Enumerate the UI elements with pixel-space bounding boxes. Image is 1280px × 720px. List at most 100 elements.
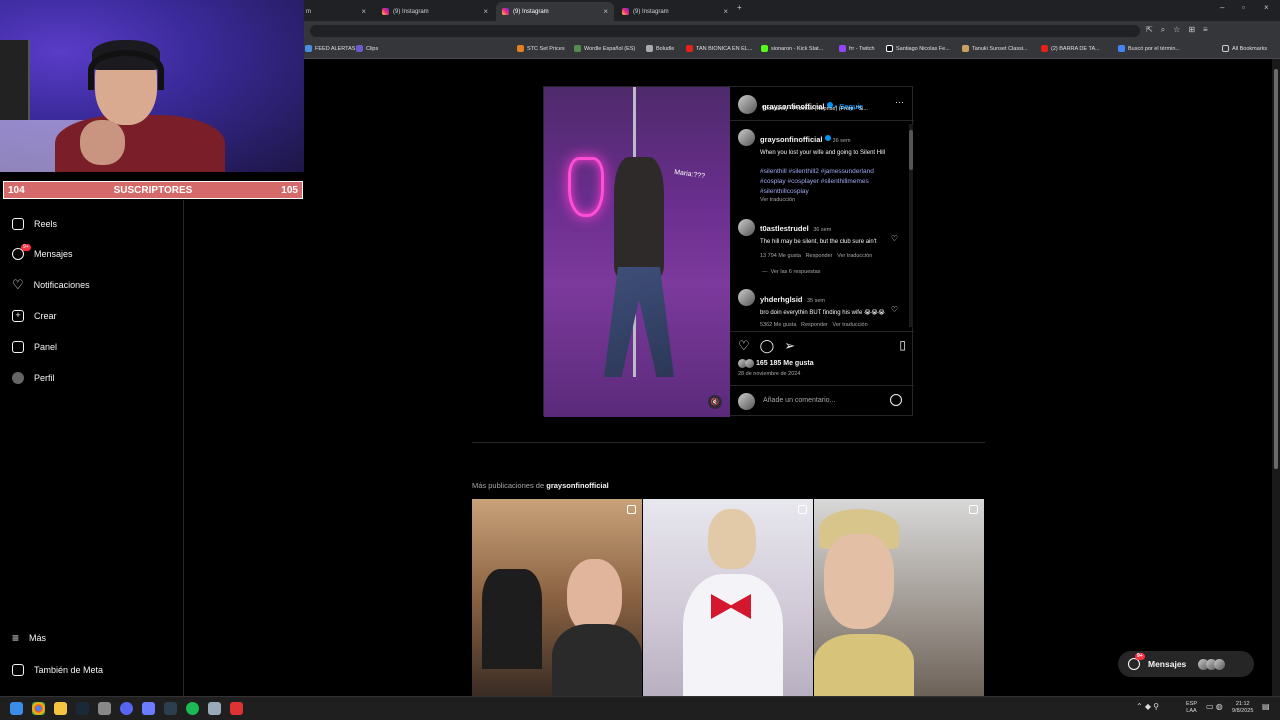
comment-icon[interactable]: ◯ [760, 338, 775, 354]
browser-tab[interactable]: (9) Instagram × [376, 2, 494, 21]
browser-tab-active[interactable]: (9) Instagram × [496, 2, 614, 21]
minimize-icon[interactable]: – [1220, 3, 1224, 12]
steam-icon[interactable] [76, 702, 89, 715]
more-posts-author[interactable]: graysonfinofficial [546, 481, 609, 490]
sidebar-item-notificaciones[interactable]: ♡ Notificaciones [12, 278, 90, 291]
bookmark-item[interactable]: FEED ALERTAS [305, 45, 355, 52]
clock[interactable]: 21:12 9/8/2025 [1232, 701, 1253, 715]
instagram-icon [382, 8, 389, 15]
app-icon[interactable] [208, 702, 221, 715]
grid-post-2[interactable] [643, 499, 813, 696]
discord-icon[interactable] [120, 702, 133, 715]
like-comment-icon[interactable]: ♡ [891, 305, 898, 314]
new-tab-icon[interactable]: + [737, 3, 742, 12]
bookmark-item[interactable]: TAN BIONICA EN EL... [686, 45, 752, 52]
bookmark-item[interactable]: Clips [356, 45, 378, 52]
bookmark-item[interactable]: sionaron - Kick Stat... [761, 45, 823, 52]
close-window-icon[interactable]: × [1264, 3, 1269, 12]
sub-count-current: 104 [8, 184, 25, 196]
comment-avatar[interactable] [738, 219, 755, 236]
url-input[interactable] [310, 25, 1140, 37]
translate-link[interactable]: Ver traducción [837, 253, 872, 259]
app-icon[interactable] [230, 702, 243, 715]
windows-start-icon[interactable] [10, 702, 23, 715]
reply-button[interactable]: Responder [806, 253, 833, 259]
notification-icon[interactable]: ▤ [1262, 703, 1270, 711]
bookmark-icon[interactable]: ▯ [899, 338, 906, 352]
comment-input[interactable]: Añade un comentario... [763, 397, 835, 404]
spotify-icon[interactable] [186, 702, 199, 715]
bookmark-item[interactable]: frr - Twitch [839, 45, 875, 52]
author-avatar[interactable] [738, 95, 757, 114]
chrome-icon[interactable] [32, 702, 45, 715]
sidebar-item-panel[interactable]: Panel [12, 341, 57, 353]
share-icon[interactable]: ➢ [784, 338, 795, 354]
caption-hashtags[interactable]: #silenthill #silenthill2 #jamessunderlan… [760, 167, 900, 197]
reels-icon [12, 218, 24, 230]
close-tab-icon[interactable]: × [603, 7, 608, 16]
translate-link[interactable]: Ver traducción [833, 322, 868, 328]
page-scrollbar[interactable] [1272, 59, 1280, 696]
system-icons[interactable]: ▭ ◍ [1206, 703, 1223, 711]
likes-count[interactable]: 165 185 Me gusta [756, 360, 814, 367]
messages-badge: 9+ [21, 244, 31, 251]
toolbar-icons[interactable]: ⇱⌕☆⊞≡ [1146, 25, 1216, 35]
comment-avatar[interactable] [738, 289, 755, 306]
comment-age: 36 sem [813, 227, 832, 233]
like-comment-icon[interactable]: ♡ [891, 234, 898, 243]
bookmark-item[interactable]: STC Set Prices [517, 45, 565, 52]
youtube-icon [686, 45, 693, 52]
bookmark-item[interactable]: Tanuki Sunset Classi... [962, 45, 1028, 52]
mute-icon[interactable]: 🔇 [708, 395, 722, 409]
language-indicator[interactable]: ESP LAA [1186, 701, 1197, 715]
translate-link[interactable]: Ver traducción [760, 197, 900, 203]
comment-likes[interactable]: 5362 Me gusta [760, 322, 796, 328]
all-bookmarks[interactable]: All Bookmarks [1222, 45, 1267, 52]
audio-track[interactable]: Thomandy • Promise (Reprise) (From: "Si.… [762, 106, 868, 112]
comments-list: graysonfinofficial 36 sem When you lost y… [730, 122, 914, 329]
view-replies-button[interactable]: Ver las 6 respuestas [771, 269, 821, 275]
caption-author[interactable]: graysonfinofficial [760, 135, 823, 144]
browser-tab[interactable]: (9) Instagram × [616, 2, 734, 21]
like-icon[interactable]: ♡ [738, 338, 750, 354]
bookmark-item[interactable]: Boludle [646, 45, 674, 52]
tray-icons[interactable]: ⌃ ◆ ⚲ [1136, 703, 1159, 711]
sidebar-item-reels[interactable]: Reels [12, 218, 57, 230]
grid-post-1[interactable] [472, 499, 642, 696]
folder-icon [1222, 45, 1229, 52]
folder-icon[interactable] [54, 702, 67, 715]
grid-post-3[interactable] [814, 499, 984, 696]
maximize-icon[interactable]: ▫ [1242, 3, 1245, 12]
bookmark-item[interactable]: Wordle Español (ES) [574, 45, 635, 52]
bookmark-item[interactable]: Santiago Nicolas Fe... [886, 45, 950, 52]
post-video[interactable]: Maria:??? 🔇 [544, 87, 730, 417]
comments-scrollbar[interactable] [909, 124, 913, 327]
comments-scroll-thumb[interactable] [909, 130, 913, 170]
reply-button[interactable]: Responder [801, 322, 828, 328]
chart-icon [12, 341, 24, 353]
more-options-icon[interactable]: ··· [895, 97, 904, 107]
close-tab-icon[interactable]: × [361, 7, 366, 16]
close-tab-icon[interactable]: × [723, 7, 728, 16]
app-icon[interactable] [164, 702, 177, 715]
scroll-thumb[interactable] [1274, 69, 1278, 469]
app-icon[interactable] [98, 702, 111, 715]
sidebar-item-mas[interactable]: ≡ Más [12, 632, 46, 644]
bookmark-item[interactable]: (2) BARRA DE TA... [1041, 45, 1100, 52]
emoji-icon[interactable] [890, 394, 902, 406]
sidebar-item-mensajes[interactable]: 9+ Mensajes [12, 244, 73, 260]
author-avatar[interactable] [738, 129, 755, 146]
google-icon [1118, 45, 1125, 52]
messages-pill[interactable]: 9+ Mensajes [1118, 651, 1254, 677]
instagram-icon [502, 8, 509, 15]
face [567, 559, 622, 634]
close-tab-icon[interactable]: × [483, 7, 488, 16]
comment-author[interactable]: yhderhglsid [760, 295, 803, 304]
comment-author[interactable]: t0astlestrudel [760, 224, 809, 233]
sidebar-item-perfil[interactable]: Perfil [12, 372, 55, 384]
app-icon[interactable] [142, 702, 155, 715]
comment-likes[interactable]: 13 794 Me gusta [760, 253, 801, 259]
bookmark-item[interactable]: Buscó por el términ... [1118, 45, 1180, 52]
sidebar-item-crear[interactable]: + Crear [12, 310, 57, 322]
sidebar-item-meta[interactable]: También de Meta [12, 664, 103, 676]
